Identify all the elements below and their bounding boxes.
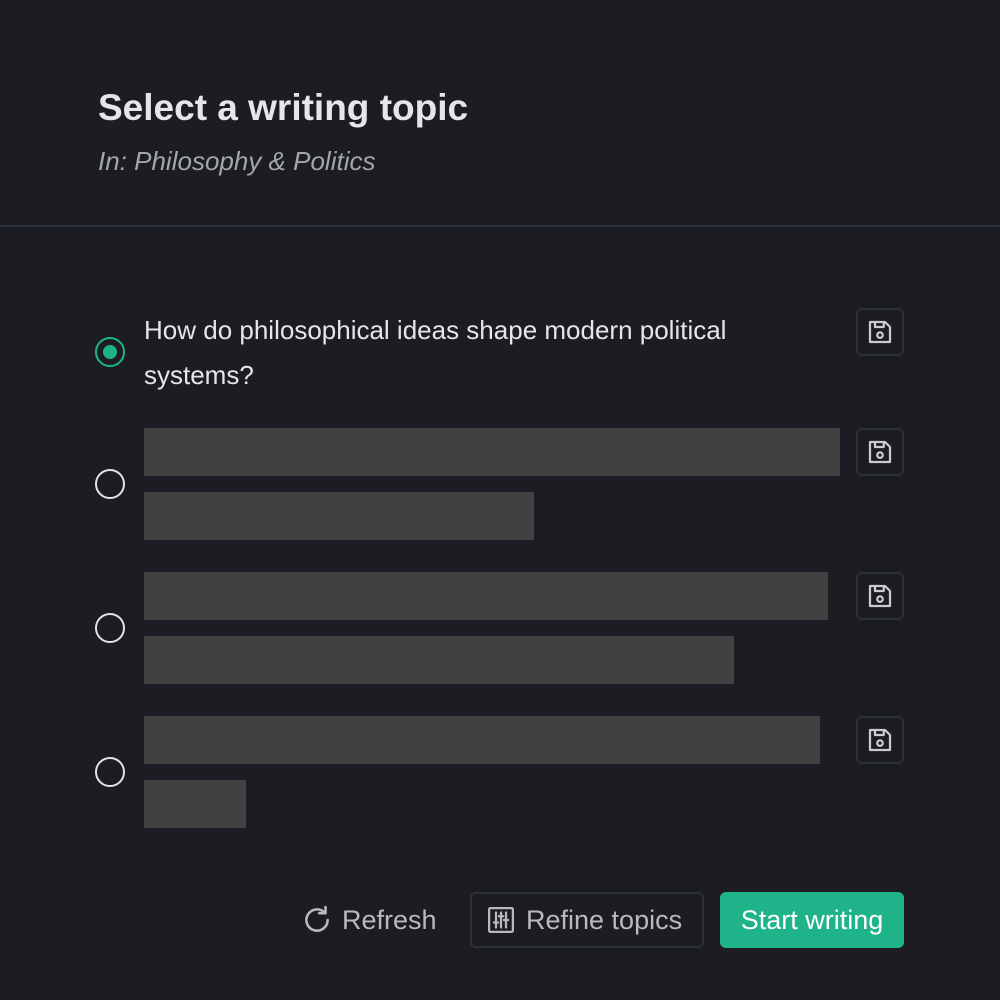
save-topic-button-4[interactable] [856,716,904,764]
save-icon [865,725,895,755]
topic-option-4[interactable] [0,716,1000,828]
topic-text-1: How do philosophical ideas shape modern … [144,315,727,390]
topic-option-3[interactable] [0,572,1000,684]
topic-skeleton-line [144,780,246,828]
refine-topics-label: Refine topics [526,904,683,935]
dialog-title: Select a writing topic [98,87,469,128]
refine-topics-button[interactable]: Refine topics [470,892,704,948]
dialog-header: Select a writing topic In: Philosophy & … [0,0,1000,227]
dialog-footer: Refresh Refine topics Start writing [0,892,1000,948]
radio-selected-dot [103,345,117,359]
sliders-icon [486,905,516,935]
save-icon [865,581,895,611]
topic-option-2[interactable] [0,428,1000,540]
refresh-label: Refresh [342,904,437,935]
topic-skeleton-line [144,428,840,476]
start-writing-button[interactable]: Start writing [720,892,904,948]
save-icon [865,317,895,347]
topic-radio-4[interactable] [95,757,125,787]
save-topic-button-1[interactable] [856,308,904,356]
dialog-subtitle: In: Philosophy & Politics [98,146,376,176]
topic-skeleton-line [144,492,534,540]
topic-dialog: Select a writing topic In: Philosophy & … [0,0,1000,1000]
refresh-button[interactable]: Refresh [300,892,437,948]
topic-radio-3[interactable] [95,613,125,643]
topic-skeleton-line [144,716,820,764]
topic-radio-2[interactable] [95,469,125,499]
save-topic-button-2[interactable] [856,428,904,476]
save-icon [865,437,895,467]
topic-skeleton-line [144,572,828,620]
topic-radio-1[interactable] [95,337,125,367]
topic-skeleton-line [144,636,734,684]
refresh-icon [300,903,334,937]
save-topic-button-3[interactable] [856,572,904,620]
topic-option-1[interactable]: How do philosophical ideas shape modern … [0,308,1000,404]
